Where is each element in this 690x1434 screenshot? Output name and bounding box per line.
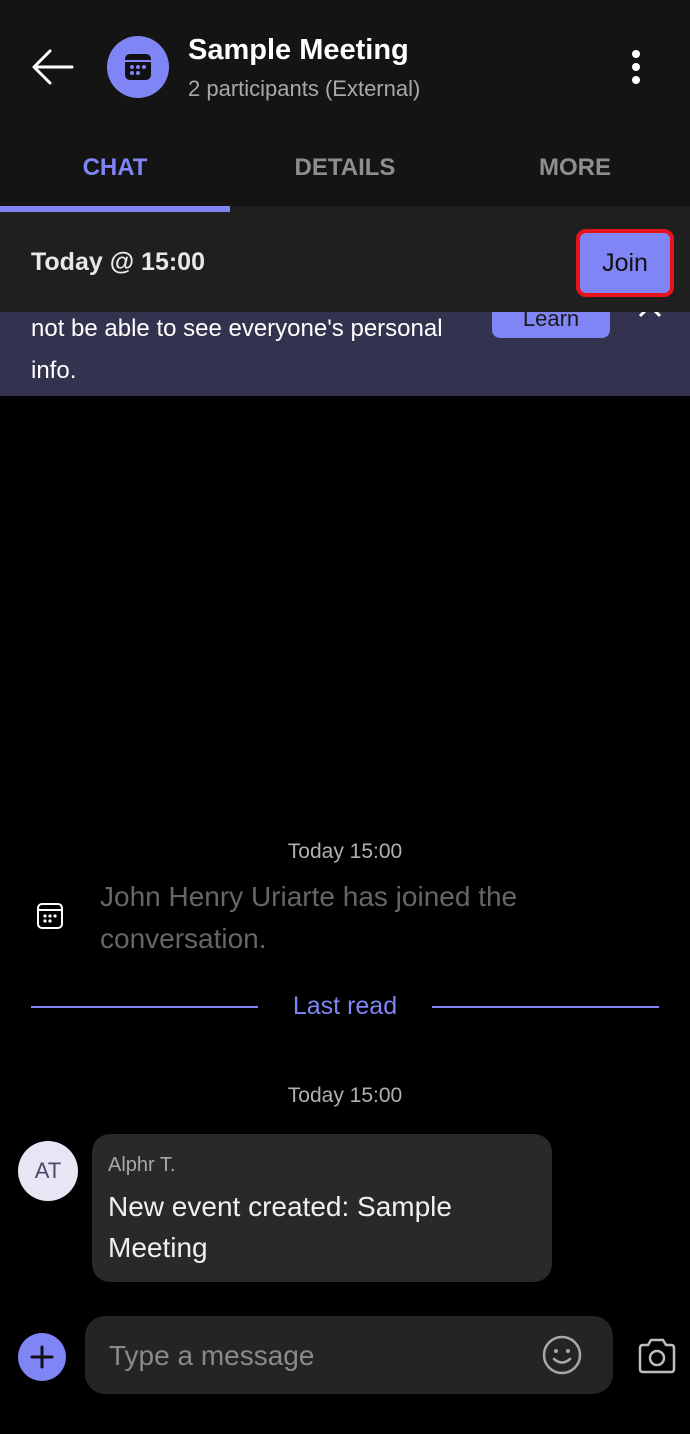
banner-text: not be able to see everyone's personal i… (31, 315, 443, 384)
message-text: New event created: Sample Meeting (108, 1191, 452, 1263)
plus-icon (30, 1345, 54, 1369)
tab-chat[interactable]: CHAT (0, 140, 230, 212)
emoji-icon (542, 1335, 582, 1375)
more-vertical-icon (632, 50, 640, 84)
more-options-button[interactable] (622, 48, 650, 88)
tab-details[interactable]: DETAILS (230, 140, 460, 212)
message-input[interactable] (107, 1334, 531, 1378)
add-attachment-button[interactable] (18, 1333, 66, 1381)
meeting-avatar (107, 36, 169, 98)
meeting-time: Today @ 15:00 (31, 248, 205, 276)
message-bubble[interactable]: Alphr T. New event created: Sample Meeti… (92, 1134, 552, 1282)
back-button[interactable] (28, 42, 78, 92)
last-read-divider-right (432, 1006, 659, 1008)
timestamp: Today 15:00 (287, 840, 403, 863)
tab-bar: CHAT DETAILS MORE (0, 140, 690, 212)
tab-more[interactable]: MORE (460, 140, 690, 212)
calendar-icon (125, 54, 151, 80)
avatar[interactable]: AT (18, 1141, 78, 1201)
timestamp: Today 15:00 (287, 1084, 403, 1107)
arrow-left-icon (32, 49, 74, 85)
message-composer (85, 1316, 613, 1394)
app-header: Sample Meeting 2 participants (External)… (0, 0, 690, 212)
join-button[interactable]: Join (576, 229, 674, 297)
message-sender: Alphr T. (108, 1154, 176, 1176)
calendar-icon (36, 902, 64, 930)
meeting-title: Sample Meeting (188, 34, 409, 66)
emoji-button[interactable] (541, 1334, 583, 1376)
participants-count: 2 participants (External) (188, 76, 421, 101)
camera-icon (638, 1338, 676, 1374)
system-message: John Henry Uriarte has joined the conver… (100, 881, 518, 954)
camera-button[interactable] (636, 1336, 678, 1376)
